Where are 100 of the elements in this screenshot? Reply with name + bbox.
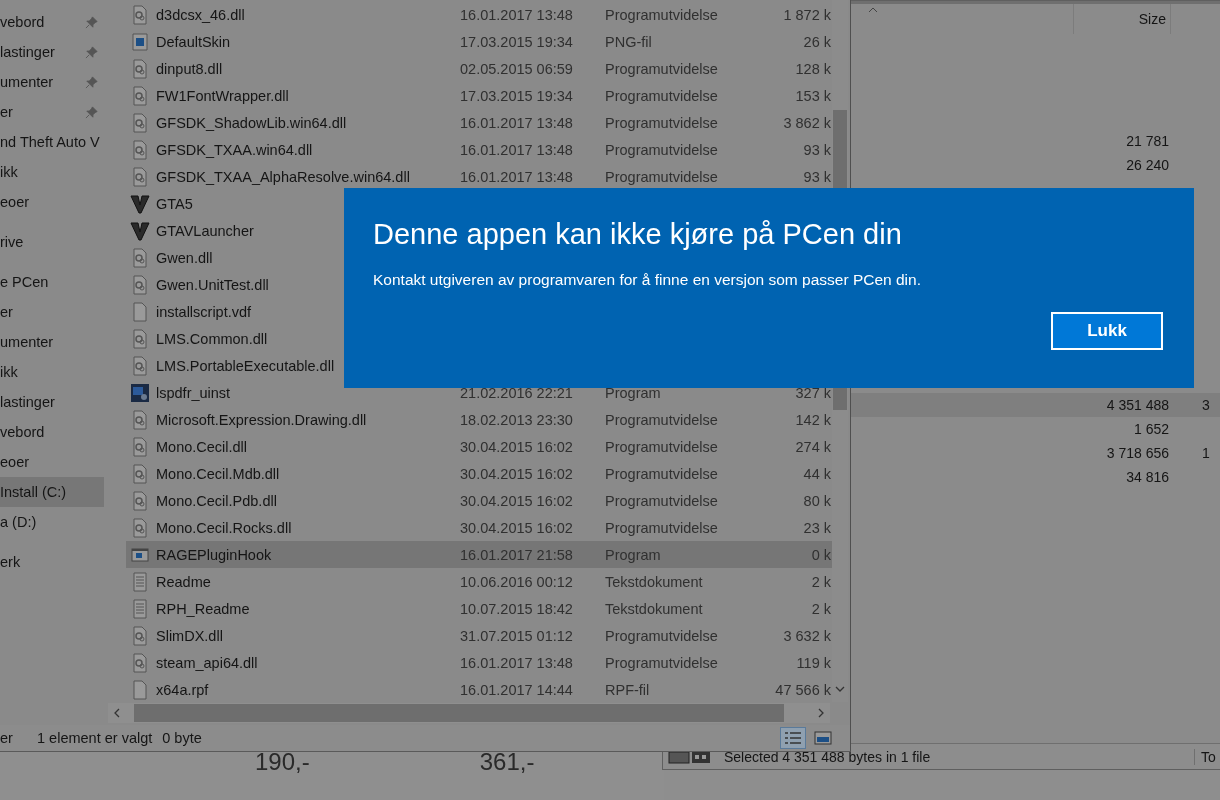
file-size: 128 k: [794, 60, 831, 77]
file-type: Programutvidelse: [605, 114, 718, 131]
file-date: 16.01.2017 13:48: [460, 654, 573, 671]
file-date: 16.01.2017 13:48: [460, 168, 573, 185]
file-type: Programutvidelse: [605, 438, 718, 455]
status-text: er: [0, 730, 14, 746]
file-name: lspdfr_uinst: [156, 384, 231, 401]
file-date: 10.07.2015 18:42: [460, 600, 573, 617]
file-type: Programutvidelse: [605, 141, 718, 158]
status-text: 1 element er valgt: [37, 730, 153, 746]
file-date: 16.01.2017 21:58: [460, 546, 573, 563]
file-size: 2 k: [810, 600, 831, 617]
file-type: Programutvidelse: [605, 168, 718, 185]
file-name: x64a.rpf: [156, 681, 209, 698]
file-name: GTAVLauncher: [156, 222, 254, 239]
size-cell-text: 3 718 656: [1105, 445, 1169, 461]
file-type: Programutvidelse: [605, 627, 718, 644]
file-size: 93 k: [802, 168, 831, 185]
file-type: PNG-fil: [605, 33, 652, 50]
file-date: 18.02.2013 23:30: [460, 411, 573, 428]
file-name: Mono.Cecil.Rocks.dll: [156, 519, 292, 536]
file-name: Mono.Cecil.Pdb.dll: [156, 492, 277, 509]
file-type: Tekstdokument: [605, 573, 703, 590]
file-name: FW1FontWrapper.dll: [156, 87, 289, 104]
file-date: 10.06.2016 00:12: [460, 573, 573, 590]
table-cell: 1: [1202, 445, 1210, 461]
file-name: installscript.vdf: [156, 303, 252, 320]
file-name: Mono.Cecil.dll: [156, 438, 248, 455]
file-name: GFSDK_ShadowLib.win64.dll: [156, 114, 347, 131]
file-size: 93 k: [802, 141, 831, 158]
file-date: 02.05.2015 06:59: [460, 60, 573, 77]
file-type: Programutvidelse: [605, 654, 718, 671]
file-date: 30.04.2015 16:02: [460, 519, 573, 536]
file-date: 30.04.2015 16:02: [460, 465, 573, 482]
file-name: Mono.Cecil.Mdb.dll: [156, 465, 280, 482]
price-text: 361,-: [479, 748, 535, 776]
file-name: LMS.Common.dll: [156, 330, 268, 347]
status-text: To: [1194, 748, 1216, 765]
file-size: 327 k: [794, 384, 831, 401]
size-cell-text: 34 816: [1125, 469, 1169, 485]
file-date: 30.04.2015 16:02: [460, 492, 573, 509]
size-cell-text: 21 781: [1125, 133, 1169, 149]
file-name: steam_api64.dll: [156, 654, 258, 671]
file-name: DefaultSkin: [156, 33, 231, 50]
file-size: 274 k: [794, 438, 831, 455]
file-date: 17.03.2015 19:34: [460, 33, 573, 50]
file-size: 153 k: [794, 87, 831, 104]
file-size: 47 566 k: [774, 681, 831, 698]
file-name: dinput8.dll: [156, 60, 223, 77]
file-type: Program: [605, 546, 661, 563]
file-name: RPH_Readme: [156, 600, 250, 617]
file-name: d3dcsx_46.dll: [156, 6, 245, 23]
file-size: 80 k: [802, 492, 831, 509]
file-size: 0 k: [810, 546, 831, 563]
file-type: Program: [605, 384, 661, 401]
file-size: 3 632 k: [782, 627, 831, 644]
file-type: Programutvidelse: [605, 411, 718, 428]
file-name: GTA5: [156, 195, 193, 212]
file-name: LMS.PortableExecutable.dll: [156, 357, 335, 374]
file-size: 1 872 k: [782, 6, 831, 23]
file-date: 30.04.2015 16:02: [460, 438, 573, 455]
file-name: RAGEPluginHook: [156, 546, 272, 563]
file-type: Programutvidelse: [605, 6, 718, 23]
size-cell-text: 26 240: [1125, 157, 1169, 173]
file-name: SlimDX.dll: [156, 627, 223, 644]
file-size: 26 k: [802, 33, 831, 50]
file-type: Programutvidelse: [605, 60, 718, 77]
file-date: 31.07.2015 01:12: [460, 627, 573, 644]
file-name: GFSDK_TXAA_AlphaResolve.win64.dll: [156, 168, 410, 185]
file-date: 16.01.2017 13:48: [460, 141, 573, 158]
size-cell-text: 1 652: [1132, 421, 1169, 437]
file-size: 3 862 k: [782, 114, 831, 131]
file-name: Readme: [156, 573, 211, 590]
file-date: 17.03.2015 19:34: [460, 87, 573, 104]
file-size: 44 k: [802, 465, 831, 482]
file-type: Programutvidelse: [605, 519, 718, 536]
file-date: 16.01.2017 13:48: [460, 114, 573, 131]
file-type: Programutvidelse: [605, 492, 718, 509]
file-name: Gwen.UnitTest.dll: [156, 276, 269, 293]
file-date: 16.01.2017 14:44: [460, 681, 573, 698]
file-name: GFSDK_TXAA.win64.dll: [156, 141, 313, 158]
dialog-message: Kontakt utgiveren av programvaren for å finne en versjon som passer PCen din.: [373, 270, 922, 290]
file-type: Tekstdokument: [605, 600, 703, 617]
file-name: Gwen.dll: [156, 249, 213, 266]
dialog-title: Denne appen kan ikke kjøre på PCen din: [373, 217, 903, 252]
file-type: RPF-fil: [605, 681, 650, 698]
file-name: Microsoft.Expression.Drawing.dll: [156, 411, 367, 428]
price-text: 190,-: [255, 748, 310, 776]
status-text: Selected 4 351 488 bytes in 1 file: [724, 748, 932, 765]
file-size: 23 k: [802, 519, 831, 536]
file-date: 21.02.2016 22:21: [460, 384, 573, 401]
table-cell: 3: [1202, 397, 1210, 413]
size-cell-text: 4 351 488: [1105, 397, 1169, 413]
file-type: Programutvidelse: [605, 87, 718, 104]
file-size: 2 k: [810, 573, 831, 590]
file-size: 119 k: [795, 654, 831, 671]
file-type: Programutvidelse: [605, 465, 718, 482]
file-size: 142 k: [794, 411, 831, 428]
file-date: 16.01.2017 13:48: [460, 6, 573, 23]
status-text: 0 byte: [162, 730, 202, 746]
